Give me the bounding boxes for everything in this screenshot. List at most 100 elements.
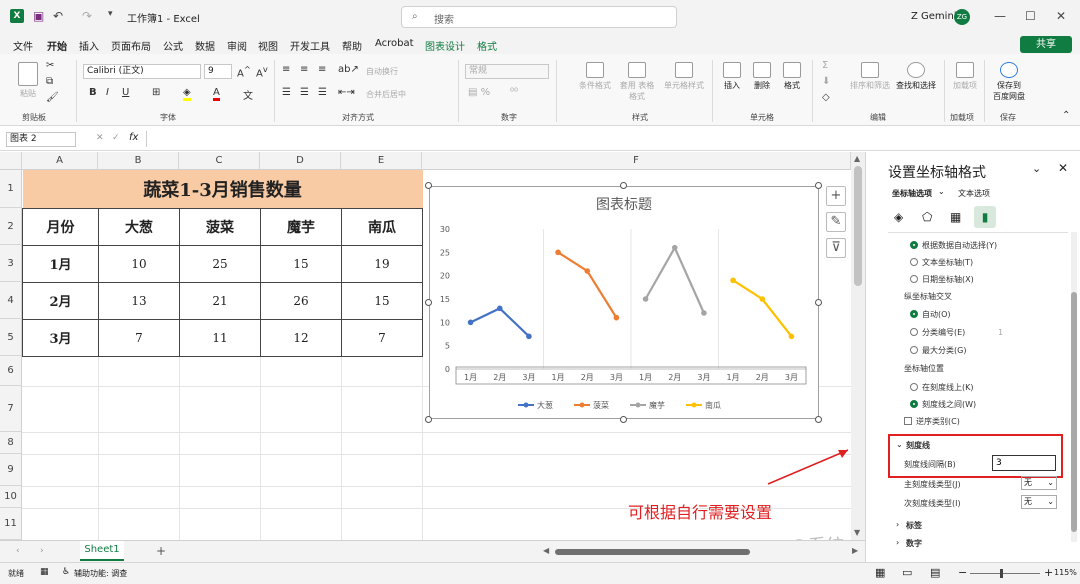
chart-resize-handle[interactable]	[425, 182, 432, 189]
table-cell[interactable]: 26	[260, 281, 342, 320]
pane-scroll-thumb[interactable]	[1071, 292, 1077, 532]
zoom-out-icon[interactable]: −	[958, 566, 967, 579]
insert-cells-button[interactable]: 插入	[718, 62, 746, 91]
table-cell[interactable]: 10	[98, 244, 180, 283]
chevron-down-icon[interactable]: ⌄	[896, 440, 903, 449]
enter-formula-icon[interactable]: ✓	[112, 133, 120, 143]
reverse-categories-checkbox[interactable]: 逆序类别(C)	[904, 416, 960, 427]
sort-filter-button[interactable]: 排序和筛选	[846, 62, 894, 91]
minor-tick-select[interactable]: 无 ⌄	[1021, 495, 1057, 509]
vertical-scrollbar[interactable]: ▲ ▼	[851, 152, 865, 540]
tab-help[interactable]: 帮助	[342, 38, 362, 53]
scroll-thumb[interactable]	[854, 166, 862, 286]
font-color-icon[interactable]: A	[213, 87, 220, 101]
font-name-select[interactable]: Calibri (正文)	[83, 64, 201, 79]
macro-icon[interactable]: ▦	[40, 567, 49, 577]
table-cell[interactable]: 15	[341, 281, 423, 320]
row-header-8[interactable]: 8	[0, 432, 22, 454]
align-middle-icon[interactable]: ≡	[300, 64, 308, 75]
pane-options-icon[interactable]: ⌄	[1032, 162, 1041, 175]
number-format-select[interactable]: 常规	[465, 64, 549, 79]
zoom-in-icon[interactable]: +	[1044, 566, 1053, 579]
worksheet-grid[interactable]: A B C D E F 1 2 3 4 5 6 7 8 9 10 11 蔬菜1-…	[0, 152, 851, 540]
addins-button[interactable]: 加载项	[950, 62, 980, 91]
undo-icon[interactable]: ↶	[53, 9, 63, 23]
share-button[interactable]: 共享	[1020, 36, 1072, 53]
select-all[interactable]	[0, 152, 22, 170]
accessibility-icon[interactable]: ♿	[62, 567, 70, 577]
tab-data[interactable]: 数据	[195, 38, 215, 53]
page-layout-view-icon[interactable]: ▭	[902, 566, 912, 579]
row-header-4[interactable]: 4	[0, 282, 22, 319]
border-icon[interactable]: ⊞	[152, 87, 160, 98]
table-cell[interactable]: 11	[179, 318, 261, 357]
tab-view[interactable]: 视图	[258, 38, 278, 53]
merge-center-button[interactable]: 合并后居中	[366, 89, 406, 100]
tab-acrobat[interactable]: Acrobat	[375, 38, 414, 49]
option-cross-category[interactable]: 分类编号(E)	[910, 327, 965, 338]
chart-resize-handle[interactable]	[815, 416, 822, 423]
tab-formulas[interactable]: 公式	[163, 38, 183, 53]
delete-cells-button[interactable]: 删除	[748, 62, 776, 91]
col-header-b[interactable]: B	[98, 152, 179, 170]
size-properties-icon[interactable]: ▦	[950, 210, 961, 224]
option-between-tick[interactable]: 刻度线之间(W)	[910, 399, 976, 410]
tab-review[interactable]: 审阅	[227, 38, 247, 53]
row-header-9[interactable]: 9	[0, 454, 22, 486]
align-right-icon[interactable]: ☰	[318, 87, 327, 98]
option-text-axis[interactable]: 文本坐标轴(T)	[910, 257, 973, 268]
fill-line-icon[interactable]: ◈	[894, 210, 903, 224]
header-pumpkin[interactable]: 南瓜	[341, 207, 423, 246]
option-cross-max[interactable]: 最大分类(G)	[910, 345, 966, 356]
row-header-2[interactable]: 2	[0, 208, 22, 245]
format-cells-button[interactable]: 格式	[778, 62, 806, 91]
table-cell[interactable]: 1月	[22, 244, 99, 283]
option-on-tick[interactable]: 在刻度线上(K)	[910, 382, 974, 393]
wrap-text-button[interactable]: 自动换行	[366, 66, 398, 77]
chart-resize-handle[interactable]	[620, 182, 627, 189]
scroll-down-icon[interactable]: ▼	[854, 528, 860, 537]
col-header-a[interactable]: A	[22, 152, 98, 170]
tab-developer[interactable]: 开发工具	[290, 38, 330, 53]
col-header-e[interactable]: E	[341, 152, 422, 170]
accessibility-status[interactable]: 辅助功能: 调查	[74, 568, 127, 579]
option-date-axis[interactable]: 日期坐标轴(X)	[910, 274, 974, 285]
table-cell[interactable]: 7	[98, 318, 180, 357]
row-header-3[interactable]: 3	[0, 245, 22, 282]
table-cell[interactable]: 19	[341, 244, 423, 283]
bold-icon[interactable]: B	[89, 87, 97, 98]
zoom-slider-thumb[interactable]	[1000, 569, 1003, 578]
page-break-view-icon[interactable]: ▤	[930, 566, 940, 579]
name-box[interactable]: 图表 2	[6, 132, 76, 147]
avatar[interactable]: ZG	[954, 9, 970, 25]
labels-section[interactable]: 标签	[906, 520, 922, 531]
shrink-font-icon[interactable]: Av	[256, 64, 268, 79]
zoom-level[interactable]: 115%	[1054, 568, 1077, 577]
save-baidu-button[interactable]: 保存到 百度网盘	[988, 62, 1030, 102]
copy-icon[interactable]: ⧉	[46, 76, 53, 87]
tab-page-layout[interactable]: 页面布局	[111, 38, 151, 53]
tab-file[interactable]: 文件	[13, 38, 33, 53]
category-number-value[interactable]: 1	[998, 328, 1003, 337]
scroll-left-icon[interactable]: ◀	[543, 546, 549, 555]
col-header-d[interactable]: D	[260, 152, 341, 170]
axis-options-icon[interactable]: ▮	[974, 206, 996, 228]
horizontal-scroll-thumb[interactable]	[555, 549, 750, 555]
pane-scrollbar[interactable]	[1071, 232, 1077, 542]
align-center-icon[interactable]: ☰	[300, 87, 309, 98]
chart-resize-handle[interactable]	[815, 182, 822, 189]
next-sheet-icon[interactable]: ›	[40, 546, 44, 556]
redo-icon[interactable]: ↷	[82, 9, 92, 23]
decimal-icon[interactable]: ⁰⁰	[510, 87, 518, 98]
chart-filter-icon[interactable]: ⊽	[826, 238, 846, 258]
fx-icon[interactable]: fx	[129, 132, 138, 143]
minimize-icon[interactable]: —	[994, 9, 1006, 23]
scroll-up-icon[interactable]: ▲	[854, 154, 860, 163]
align-left-icon[interactable]: ☰	[282, 87, 291, 98]
accounting-icon[interactable]: ▤ %	[468, 87, 490, 98]
clear-icon[interactable]: ◇	[822, 92, 830, 103]
option-cross-auto[interactable]: 自动(O)	[910, 309, 951, 320]
tab-insert[interactable]: 插入	[79, 38, 99, 53]
tab-text-options[interactable]: 文本选项	[958, 188, 990, 199]
align-bottom-icon[interactable]: ≡	[318, 64, 326, 75]
